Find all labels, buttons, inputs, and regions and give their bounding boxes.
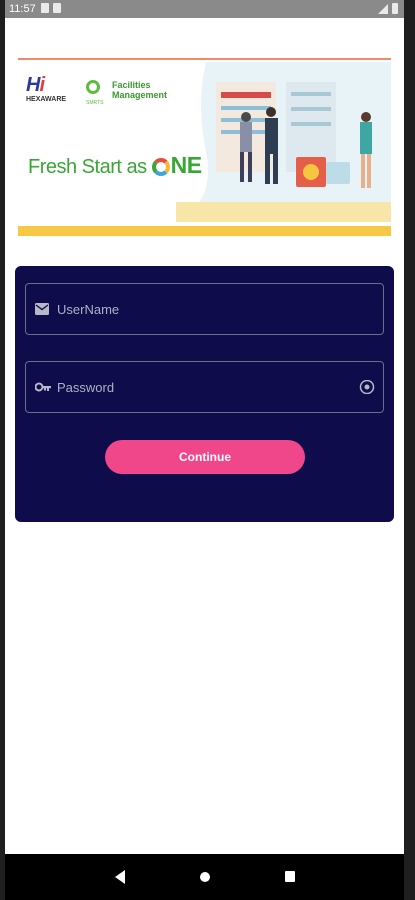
signal-icon [378,3,388,14]
partner-subtext: SMRTS [86,100,104,106]
tagline-fresh: Fresh [28,156,77,178]
hexaware-name: HEXAWARE [26,96,67,103]
battery-icon [392,3,398,14]
phone-screen: 11:57 Hi HEXAWARE SMRTS Facilities Manag… [0,0,415,900]
status-right [378,3,398,14]
banner-bottom-bar [18,226,391,236]
partner-title-line2: Management [112,90,168,100]
home-circle-icon[interactable] [200,872,210,882]
username-placeholder: UserName [57,302,120,317]
password-placeholder: Password [57,380,115,395]
tagline-start: Start as [76,156,152,178]
recents-square-icon[interactable] [285,871,295,882]
store-illustration [176,62,391,222]
notification-icon [41,3,49,13]
username-field[interactable]: UserName [25,283,384,335]
leaf-icon [86,80,100,94]
device-frame-right [404,0,415,900]
status-bar: 11:57 [5,0,404,18]
key-icon [35,382,51,392]
eye-icon[interactable] [359,380,375,394]
continue-button[interactable]: Continue [105,440,305,474]
notification-icons [41,3,61,13]
facilities-management-logo: SMRTS Facilities Management [86,80,186,110]
partner-title-line1: Facilities [112,80,151,90]
login-card: UserName Password Continue [15,266,394,522]
device-frame-left [0,0,5,900]
password-field[interactable]: Password [25,361,384,413]
status-time: 11:57 [9,3,36,15]
banner-top-line [18,58,391,60]
partner-title: Facilities Management [112,80,167,100]
banner-image: Hi HEXAWARE SMRTS Facilities Management … [18,58,391,238]
sd-card-icon [53,3,61,13]
back-triangle-icon[interactable] [115,870,125,884]
one-team-circle-icon [151,158,170,176]
hexaware-logo: Hi HEXAWARE [26,74,72,103]
hexaware-mark: Hi [26,74,45,96]
email-icon [35,303,49,315]
system-nav-bar [5,854,404,900]
